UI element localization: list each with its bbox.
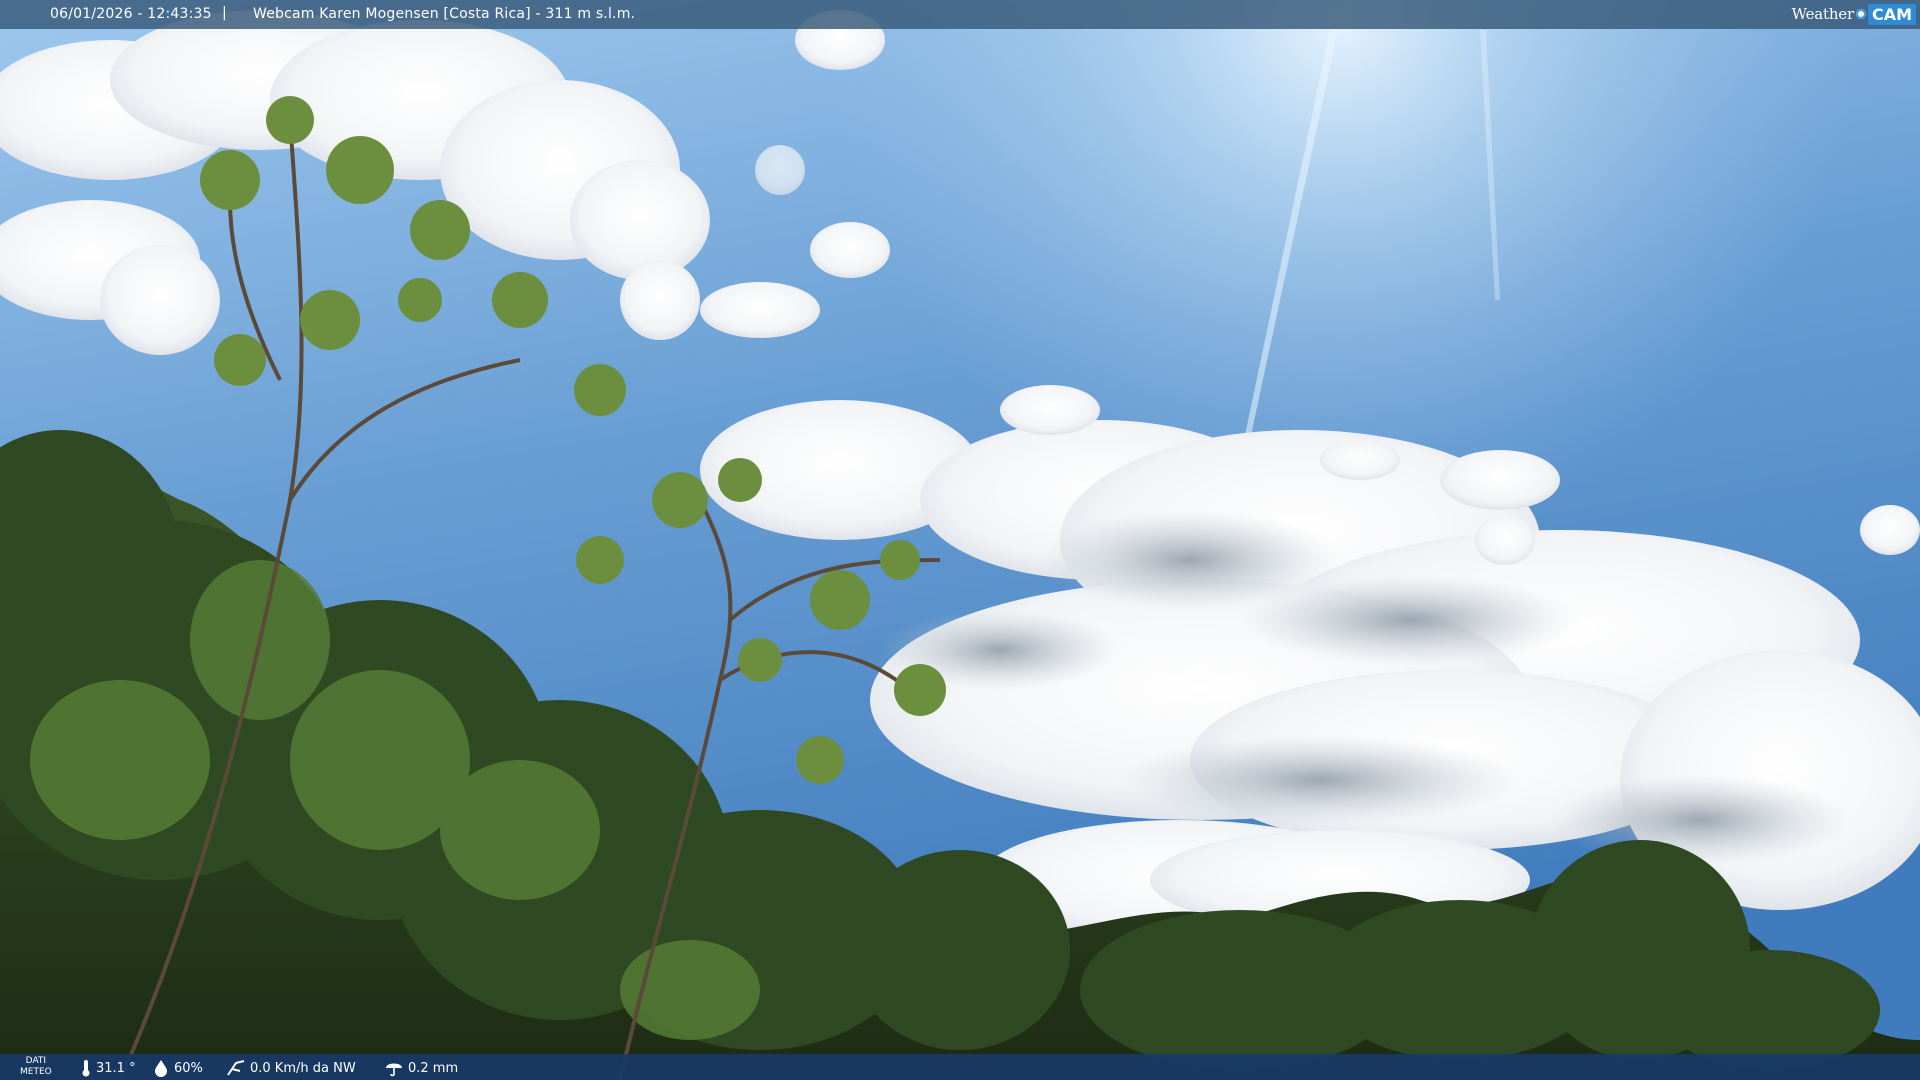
thermometer-icon <box>82 1060 90 1077</box>
camera-title: Webcam Karen Mogensen [Costa Rica] - 311… <box>253 6 636 22</box>
rain-icon <box>386 1063 402 1077</box>
humidity-value: 60% <box>174 1060 203 1076</box>
humidity-drop-icon <box>155 1060 167 1077</box>
rain-item: 0.2 mm <box>384 1059 458 1077</box>
rain-value: 0.2 mm <box>408 1060 459 1076</box>
weather-data-bar: DATI METEO 31.1 ° 60% 0.0 Km/h da NW 0.2… <box>0 1054 1920 1080</box>
wind-value: 0.0 Km/h da NW <box>250 1060 356 1076</box>
timestamp: 06/01/2026 - 12:43:35 <box>50 6 212 22</box>
wind-item: 0.0 Km/h da NW <box>226 1059 356 1077</box>
logo-word: Weather <box>1791 5 1855 23</box>
webcam-image <box>0 0 1920 1080</box>
webcam-frame: 06/01/2026 - 12:43:35 | Webcam Karen Mog… <box>0 0 1920 1080</box>
humidity-item: 60% <box>152 1059 203 1077</box>
weathercam-logo: Weather CAM <box>1792 2 1916 26</box>
separator: | <box>222 5 227 21</box>
temperature-value: 31.1 ° <box>96 1060 136 1076</box>
top-info-bar: 06/01/2026 - 12:43:35 | Webcam Karen Mog… <box>0 0 1920 29</box>
wind-icon <box>227 1060 245 1076</box>
dati-meteo-label: DATI METEO <box>20 1056 52 1077</box>
logo-dot-icon <box>1855 9 1866 19</box>
logo-badge: CAM <box>1867 3 1916 25</box>
temperature-item: 31.1 ° <box>80 1059 136 1077</box>
